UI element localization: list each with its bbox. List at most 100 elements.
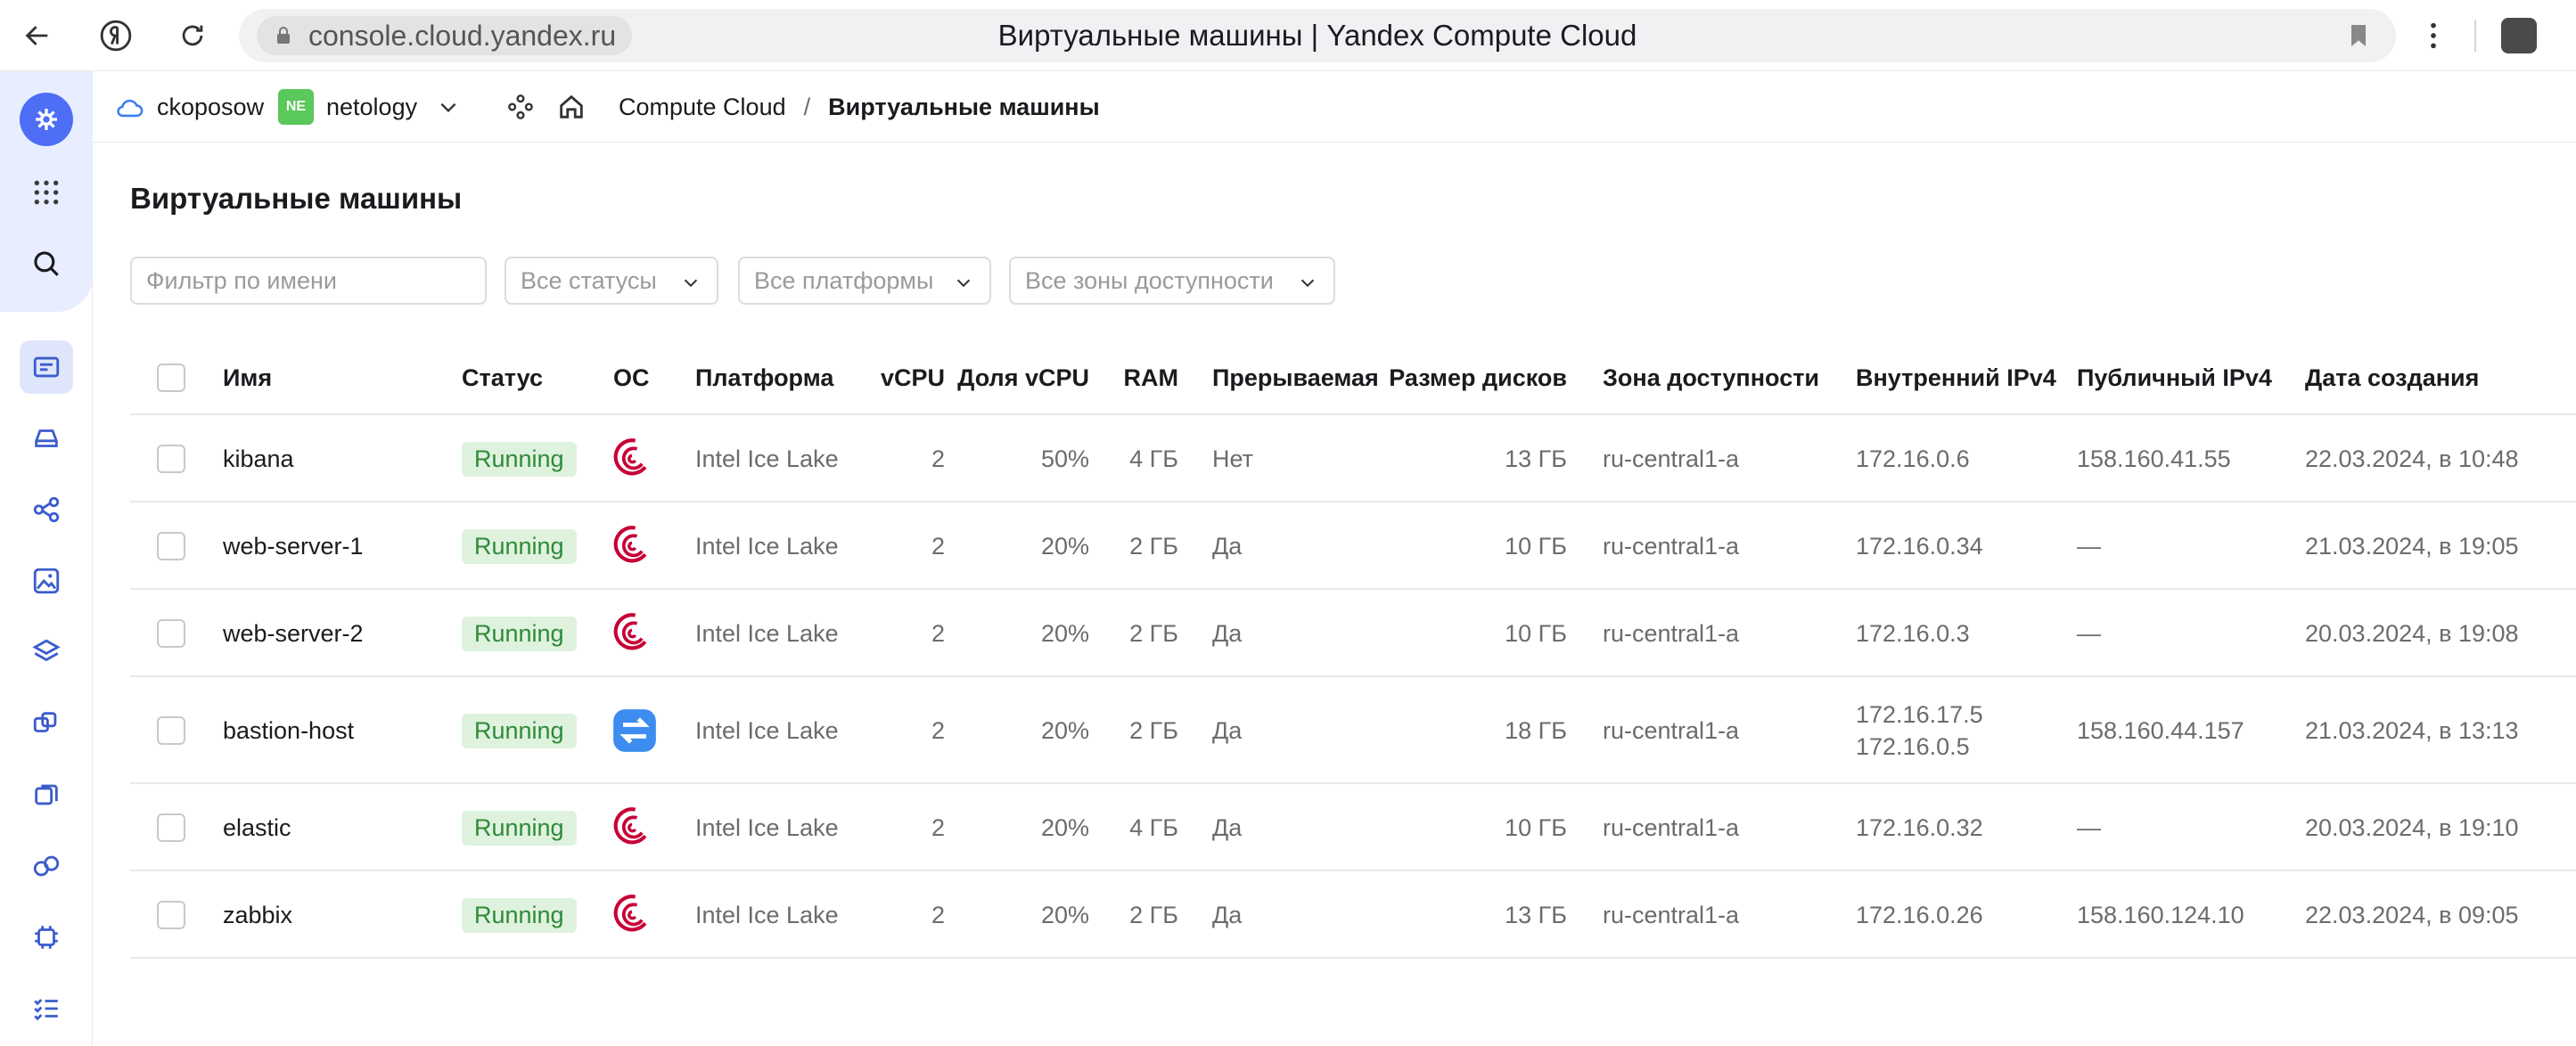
- preemptible: Да: [1212, 901, 1243, 928]
- column-header-disk-size[interactable]: Размер дисков: [1389, 340, 1567, 415]
- ram: 4 ГБ: [1129, 813, 1178, 841]
- browser-toolbar: console.cloud.yandex.ru Виртуальные маши…: [0, 0, 2576, 71]
- vm-name[interactable]: elastic: [223, 784, 291, 871]
- select-all-checkbox[interactable]: [157, 364, 185, 392]
- vm-name[interactable]: kibana: [223, 415, 294, 503]
- gpu-clusters-icon[interactable]: [20, 839, 73, 893]
- row-checkbox[interactable]: [157, 813, 185, 842]
- folder-selector[interactable]: NE netology: [278, 71, 460, 143]
- zone-filter-value: Все зоны доступности: [1025, 266, 1274, 294]
- internal-ip: 172.16.0.34: [1856, 532, 1983, 560]
- vm-name[interactable]: zabbix: [223, 871, 292, 959]
- compute-logo-icon[interactable]: [20, 93, 73, 146]
- name-filter-field[interactable]: [130, 257, 487, 305]
- snapshots-icon[interactable]: [20, 625, 73, 679]
- table-row[interactable]: web-server-1 Running Intel Ice Lake 2 20…: [130, 503, 2576, 590]
- column-header-platform[interactable]: Платформа: [695, 340, 833, 415]
- vcpu: 2: [931, 813, 945, 841]
- column-header-created[interactable]: Дата создания: [2305, 340, 2479, 415]
- table-row[interactable]: elastic Running Intel Ice Lake 2 20% 4 Г…: [130, 784, 2576, 871]
- column-header-name[interactable]: Имя: [223, 340, 272, 415]
- created-date: 22.03.2024, в 09:05: [2305, 901, 2519, 928]
- instance-groups-icon[interactable]: [20, 697, 73, 750]
- vcpu-share: 20%: [1040, 716, 1089, 744]
- table-row[interactable]: zabbix Running Intel Ice Lake 2 20% 2 ГБ…: [130, 871, 2576, 959]
- row-checkbox[interactable]: [157, 532, 185, 560]
- column-header-vcpu[interactable]: vCPU: [847, 340, 945, 415]
- column-header-status[interactable]: Статус: [462, 340, 543, 415]
- status-badge: Running: [462, 441, 577, 477]
- column-header-vcpu-share[interactable]: Доля vCPU: [954, 340, 1089, 415]
- status-cell: Running: [462, 590, 577, 677]
- name-filter-input[interactable]: [146, 266, 485, 295]
- row-select-cell: [157, 677, 185, 784]
- ram: 2 ГБ: [1129, 532, 1178, 560]
- debian-icon: [611, 784, 652, 871]
- row-checkbox[interactable]: [157, 716, 185, 745]
- breadcrumb-separator: /: [803, 93, 811, 120]
- search-icon[interactable]: [20, 237, 73, 290]
- column-header-internal-ip[interactable]: Внутренний IPv4: [1856, 340, 2056, 415]
- chip-icon[interactable]: [20, 911, 73, 964]
- column-header-zone[interactable]: Зона доступности: [1603, 340, 1819, 415]
- cloud-name: ckoposow: [157, 93, 265, 120]
- table-row[interactable]: bastion-host Running Intel Ice Lake 2 20…: [130, 677, 2576, 784]
- zone: ru-central1-a: [1603, 445, 1740, 472]
- bookmark-icon[interactable]: [2344, 21, 2373, 50]
- browser-menu-icon[interactable]: [2412, 14, 2455, 57]
- disk-size: 10 ГБ: [1505, 619, 1567, 647]
- back-icon[interactable]: [16, 14, 59, 57]
- public-ip: 158.160.44.157: [2077, 716, 2244, 744]
- row-checkbox[interactable]: [157, 901, 185, 929]
- breadcrumb: Compute Cloud / Виртуальные машины: [619, 71, 1100, 143]
- disk-size: 13 ГБ: [1505, 445, 1567, 472]
- disks-icon[interactable]: [20, 412, 73, 465]
- vcpu-share: 50%: [1040, 445, 1089, 472]
- vm-name[interactable]: web-server-1: [223, 503, 364, 590]
- row-checkbox[interactable]: [157, 619, 185, 648]
- column-header-os[interactable]: ОС: [613, 340, 650, 415]
- debian-icon: [611, 503, 652, 590]
- reload-icon[interactable]: [171, 14, 214, 57]
- operations-list-icon[interactable]: [20, 982, 73, 1035]
- platform-filter-select[interactable]: Все платформы: [738, 257, 991, 305]
- status-cell: Running: [462, 784, 577, 871]
- dedicated-hosts-icon[interactable]: [20, 768, 73, 821]
- table-header-row: Имя Статус ОС Платформа vCPU Доля vCPU R…: [130, 340, 2576, 415]
- column-header-preemptible[interactable]: Прерываемая: [1212, 340, 1379, 415]
- zone: ru-central1-a: [1603, 901, 1740, 928]
- home-icon[interactable]: [556, 71, 587, 143]
- row-checkbox[interactable]: [157, 445, 185, 473]
- placement-groups-icon[interactable]: [20, 483, 73, 536]
- page-heading: Виртуальные машины: [130, 182, 463, 215]
- internal-ip-cell: 172.16.17.5 172.16.0.5: [1856, 677, 1983, 784]
- yandex-browser-icon[interactable]: [94, 14, 137, 57]
- url-chip[interactable]: console.cloud.yandex.ru: [257, 16, 633, 55]
- table-row[interactable]: kibana Running Intel Ice Lake 2 50% 4 ГБ…: [130, 415, 2576, 503]
- row-select-cell: [157, 871, 185, 959]
- column-header-ram[interactable]: RAM: [1098, 340, 1179, 415]
- vcpu: 2: [931, 901, 945, 928]
- folder-name: netology: [326, 93, 418, 120]
- platform: Intel Ice Lake: [695, 619, 839, 647]
- console-header: ckoposow NE netology Compute Cloud / Вир…: [93, 71, 2576, 143]
- cloud-selector[interactable]: ckoposow: [114, 71, 264, 143]
- status-badge: Running: [462, 713, 577, 748]
- breadcrumb-current: Виртуальные машины: [828, 93, 1100, 120]
- virtual-machines-icon[interactable]: [20, 340, 73, 394]
- extension-icon[interactable]: [2501, 18, 2537, 53]
- status-filter-select[interactable]: Все статусы: [505, 257, 718, 305]
- services-icon[interactable]: [506, 71, 535, 143]
- images-icon[interactable]: [20, 554, 73, 608]
- toolbar-divider: [2474, 20, 2476, 52]
- zone-filter-select[interactable]: Все зоны доступности: [1009, 257, 1335, 305]
- vm-name[interactable]: bastion-host: [223, 677, 354, 784]
- public-ip: —: [2077, 619, 2101, 647]
- internal-ip: 172.16.0.26: [1856, 901, 1983, 928]
- apps-grid-icon[interactable]: [20, 166, 73, 219]
- breadcrumb-compute-cloud[interactable]: Compute Cloud: [619, 94, 786, 121]
- address-bar[interactable]: console.cloud.yandex.ru Виртуальные маши…: [239, 9, 2396, 62]
- column-header-public-ip[interactable]: Публичный IPv4: [2077, 340, 2272, 415]
- vm-name[interactable]: web-server-2: [223, 590, 364, 677]
- table-row[interactable]: web-server-2 Running Intel Ice Lake 2 20…: [130, 590, 2576, 677]
